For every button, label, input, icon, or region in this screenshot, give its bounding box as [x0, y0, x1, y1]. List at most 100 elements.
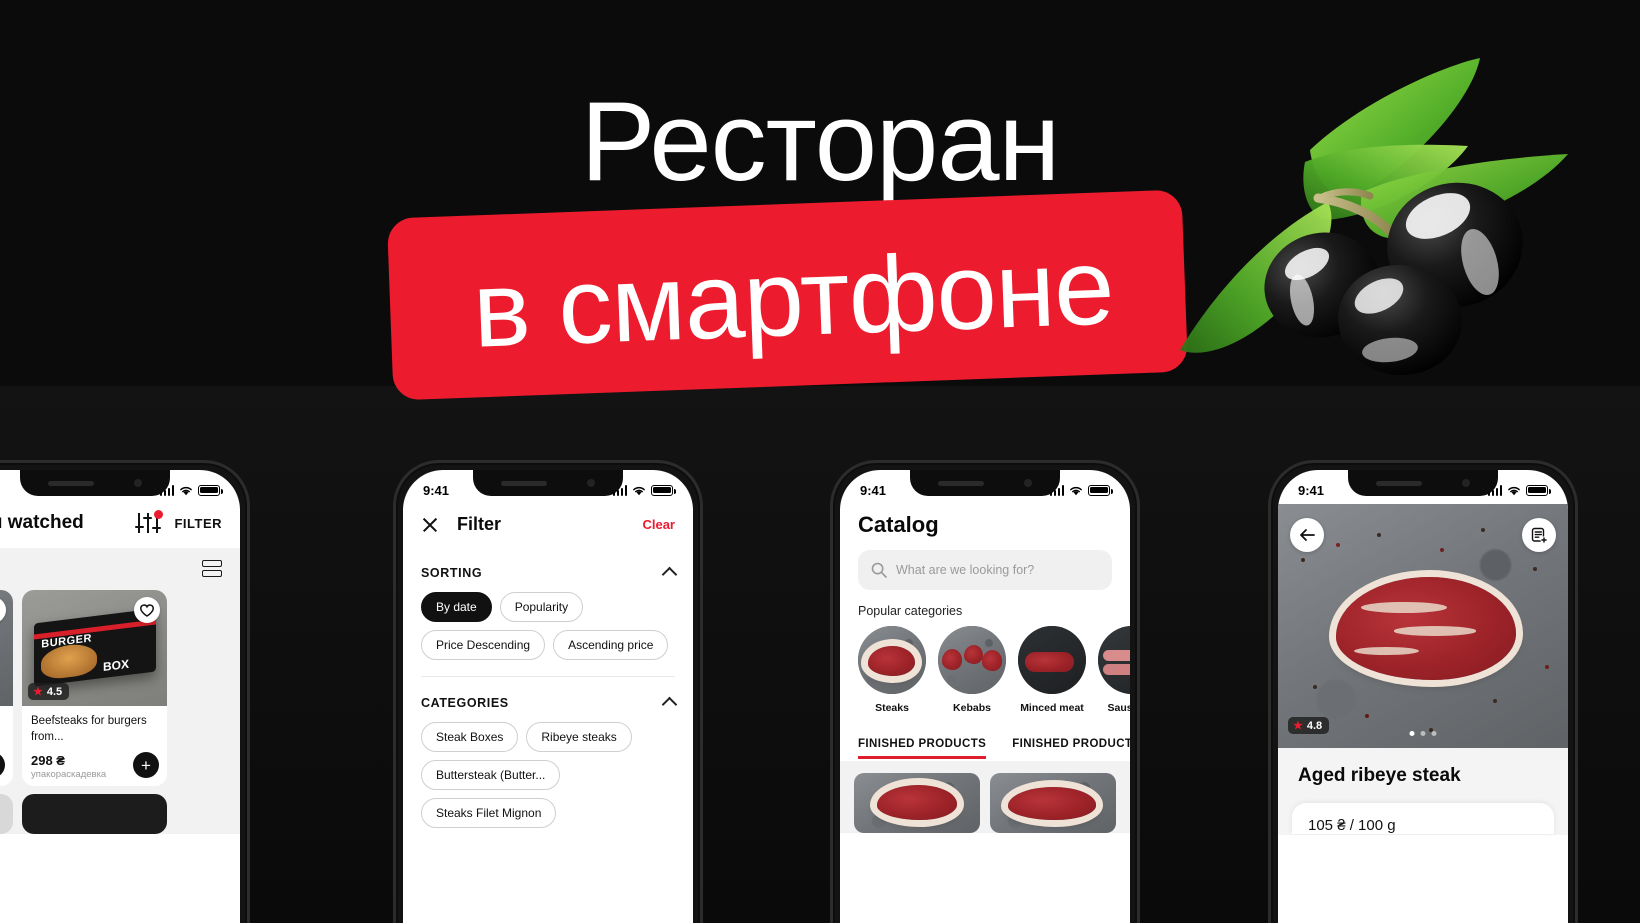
category-label: Steaks	[875, 702, 909, 714]
screen-product: 9:41 ★ 4.8 Aged ribeye steak 105 ₴ / 100…	[1278, 470, 1568, 923]
header-actions: FILTER	[134, 510, 222, 533]
phone-mockup-product: 9:41 ★ 4.8 Aged ribeye steak 105 ₴ / 100…	[1268, 460, 1578, 923]
promo-stage: Ресторан в смартфоне watched FILTER BURG…	[0, 0, 1640, 923]
phone-mockup-catalog: 9:41 Catalog What are we looking for? Po…	[830, 460, 1140, 923]
product-image: ★ 5	[0, 590, 13, 706]
category-image	[858, 626, 926, 694]
rating-badge: ★ 4.8	[1288, 717, 1330, 734]
close-icon[interactable]	[421, 516, 439, 534]
category-chip[interactable]: Steaks Filet Mignon	[421, 798, 557, 828]
signal-icon	[612, 484, 627, 496]
catalog-product-grid	[840, 761, 1130, 833]
category-label: Kebabs	[953, 702, 991, 714]
phone-mockup-filter: 9:41 Filter Clear SORTING By date Popula…	[393, 460, 703, 923]
status-bar: 9:41	[1278, 470, 1568, 504]
filter-section-categories: CATEGORIES Steak Boxes Ribeye steaks But…	[403, 681, 693, 832]
add-to-cart-button[interactable]: +	[133, 752, 159, 778]
favorite-heart-icon[interactable]	[134, 597, 160, 623]
product-card[interactable]: BURGER BOX ★ 4.5 Beefsteaks for burgers …	[22, 590, 167, 786]
watched-header: You watched FILTER	[0, 504, 240, 548]
status-time: 9:41	[1298, 482, 1325, 498]
watched-subbar: ods	[0, 548, 240, 584]
back-button[interactable]	[1290, 518, 1324, 552]
tab-finished-products-2[interactable]: FINISHED PRODUCTS	[1012, 738, 1130, 759]
rating-value: 4.8	[1306, 719, 1323, 732]
category-item[interactable]: Kebabs	[938, 626, 1006, 714]
product-card[interactable]: ★ 5 ribeye steak г 2 +	[0, 590, 13, 786]
page-title: Catalog	[858, 512, 939, 537]
category-item[interactable]: Minced meat	[1018, 626, 1086, 714]
product-info-wrap: Aged ribeye steak 105 ₴ / 100 g	[1278, 748, 1568, 836]
status-bar: 9:41	[403, 470, 693, 504]
phone-mockup-watched: 9:41 You watched FILTER	[0, 460, 250, 923]
carousel-dot[interactable]	[1420, 731, 1426, 736]
product-card-list: ★ 5 ribeye steak г 2 +	[0, 584, 240, 786]
category-chip-group: Steak Boxes Ribeye steaks Buttersteak (B…	[421, 722, 675, 828]
search-input[interactable]: What are we looking for?	[858, 550, 1112, 590]
olives-decoration	[1150, 50, 1620, 395]
product-name: Beefsteaks for burgers from...	[31, 715, 147, 743]
filter-button[interactable]: FILTER	[174, 516, 222, 531]
signal-icon	[159, 484, 174, 496]
arrow-left-icon	[1300, 529, 1315, 541]
search-icon	[871, 562, 887, 578]
category-chip[interactable]: Buttersteak (Butter...	[421, 760, 561, 790]
chevron-up-icon[interactable]	[661, 696, 678, 713]
sort-chip[interactable]: Ascending price	[553, 630, 669, 660]
rating-badge: ★ 4.5	[28, 683, 70, 700]
section-header[interactable]: SORTING	[421, 565, 678, 592]
product-name: ribeye steak	[0, 714, 4, 745]
sort-chip[interactable]: Price Descending	[421, 630, 546, 660]
screen-filter: 9:41 Filter Clear SORTING By date Popula…	[403, 470, 693, 923]
section-label: CATEGORIES	[421, 695, 509, 710]
section-label: SORTING	[421, 565, 483, 580]
rating-value: 4.5	[46, 685, 63, 698]
wifi-icon	[179, 485, 193, 496]
category-item[interactable]: Sausages	[1098, 626, 1130, 714]
status-time: 9:41	[423, 482, 450, 498]
product-hero-image: ★ 4.8	[1278, 504, 1568, 748]
product-card-placeholder[interactable]	[22, 794, 167, 834]
category-image	[1018, 626, 1086, 694]
category-label: Sausages	[1107, 702, 1130, 714]
category-chip[interactable]: Ribeye steaks	[526, 722, 632, 752]
category-item[interactable]: Steaks	[858, 626, 926, 714]
product-title: Aged ribeye steak	[1298, 765, 1461, 786]
screen-catalog: 9:41 Catalog What are we looking for? Po…	[840, 470, 1130, 923]
battery-icon	[1088, 484, 1113, 496]
search-placeholder: What are we looking for?	[896, 563, 1035, 577]
hero-banner-text: в смартфоне	[470, 224, 1116, 370]
product-card-placeholder[interactable]	[0, 794, 13, 834]
catalog-product-tile[interactable]	[990, 773, 1116, 833]
screen-watched: 9:41 You watched FILTER	[0, 470, 240, 923]
add-to-list-button[interactable]	[1522, 518, 1556, 552]
sort-chip[interactable]: By date	[421, 592, 492, 622]
status-time: 9:41	[860, 482, 887, 498]
clear-button[interactable]: Clear	[642, 517, 675, 532]
category-image	[1098, 626, 1130, 694]
carousel-dot[interactable]	[1409, 731, 1415, 736]
category-circle-list: Steaks Kebabs Minced meat Sau	[840, 626, 1130, 714]
carousel-dot[interactable]	[1431, 731, 1437, 736]
signal-icon	[1049, 484, 1064, 496]
sliders-icon[interactable]	[134, 510, 164, 533]
category-chip[interactable]: Steak Boxes	[421, 722, 519, 752]
status-icons	[612, 484, 676, 496]
grid-toggle-icon[interactable]	[202, 558, 222, 578]
section-header[interactable]: CATEGORIES	[421, 695, 678, 722]
catalog-product-tile[interactable]	[854, 773, 980, 833]
star-icon: ★	[33, 686, 43, 698]
signal-icon	[1487, 484, 1502, 496]
star-icon: ★	[1293, 720, 1303, 732]
tab-finished-products[interactable]: FINISHED PRODUCTS	[858, 738, 986, 759]
filter-indicator-dot	[154, 510, 164, 519]
status-icons	[1049, 484, 1113, 496]
add-to-list-icon	[1531, 527, 1548, 544]
category-label: Minced meat	[1020, 702, 1084, 714]
wifi-icon	[1507, 485, 1521, 496]
chevron-up-icon[interactable]	[661, 566, 678, 583]
product-price: 105 ₴ / 100 g	[1308, 817, 1396, 835]
carousel-dots[interactable]	[1409, 731, 1437, 736]
sort-chip[interactable]: Popularity	[499, 592, 584, 622]
product-image: BURGER BOX ★ 4.5	[22, 590, 167, 706]
